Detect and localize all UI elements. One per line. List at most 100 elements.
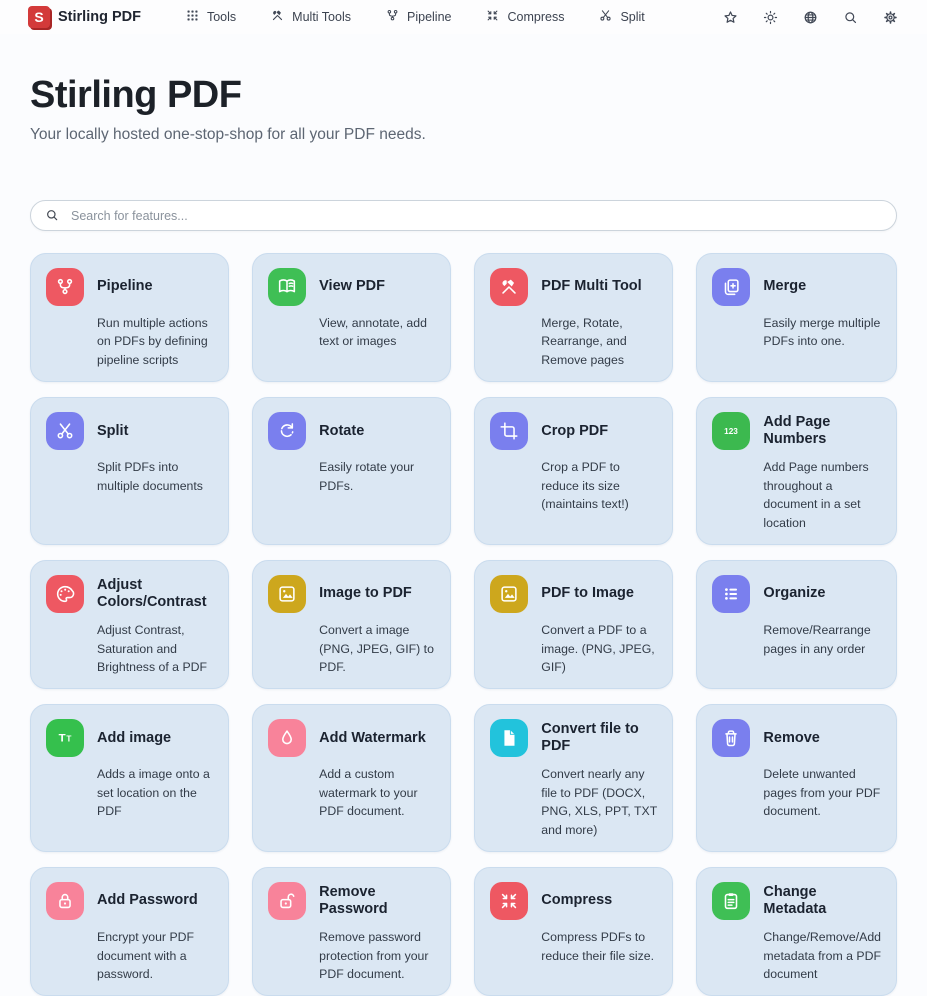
nav-label: Multi Tools	[292, 10, 351, 24]
card-description: Split PDFs into multiple documents	[97, 458, 213, 495]
stirling-logo-icon: S	[28, 6, 50, 28]
rotate-arrow-icon	[268, 412, 306, 450]
text-tt-icon: TT	[46, 719, 84, 757]
card-description: Convert nearly any file to PDF (DOCX, PN…	[541, 765, 657, 839]
card-add-page-numbers[interactable]: 123 Add Page Numbers Add Page numbers th…	[696, 397, 897, 545]
nav-item-pipeline[interactable]: Pipeline	[385, 8, 451, 26]
crop-icon	[490, 412, 528, 450]
nav-item-multi-tools[interactable]: Multi Tools	[270, 8, 351, 26]
card-description: Easily rotate your PDFs.	[319, 458, 435, 495]
brand[interactable]: S Stirling PDF	[28, 6, 141, 28]
nav-actions	[721, 8, 899, 26]
card-title: Image to PDF	[319, 585, 412, 602]
brand-name: Stirling PDF	[58, 9, 141, 25]
numbers-123-icon: 123	[712, 412, 750, 450]
card-title: Rotate	[319, 423, 364, 440]
card-title: Adjust Colors/Contrast	[97, 577, 213, 612]
pipeline-icon	[46, 268, 84, 306]
feature-grid: Pipeline Run multiple actions on PDFs by…	[30, 253, 897, 996]
compress-arrows-icon	[485, 8, 500, 26]
svg-text:T: T	[59, 733, 66, 745]
nav-menu: Tools Multi Tools Pipeline Compress Spli…	[185, 8, 645, 26]
search-input[interactable]	[30, 200, 897, 231]
favourite-star-icon[interactable]	[721, 8, 739, 26]
card-organize[interactable]: Organize Remove/Rearrange pages in any o…	[696, 560, 897, 689]
card-convert-file-to-pdf[interactable]: Convert file to PDF Convert nearly any f…	[474, 704, 673, 852]
language-globe-icon[interactable]	[801, 8, 819, 26]
card-title: Crop PDF	[541, 423, 608, 440]
card-title: Remove Password	[319, 884, 435, 919]
nav-item-tools[interactable]: Tools	[185, 8, 236, 26]
crossed-tools-icon	[270, 8, 285, 26]
card-title: View PDF	[319, 278, 385, 295]
card-title: Organize	[763, 585, 825, 602]
card-pdf-to-image[interactable]: PDF to Image Convert a PDF to a image. (…	[474, 560, 673, 689]
card-description: Convert a image (PNG, JPEG, GIF) to PDF.	[319, 621, 435, 676]
search-icon	[44, 207, 60, 228]
card-change-metadata[interactable]: Change Metadata Change/Remove/Add metada…	[696, 867, 897, 996]
pipeline-icon	[385, 8, 400, 26]
merge-pages-icon	[712, 268, 750, 306]
card-rotate[interactable]: Rotate Easily rotate your PDFs.	[252, 397, 451, 545]
nav-label: Pipeline	[407, 10, 451, 24]
card-title: Pipeline	[97, 278, 153, 295]
nav-label: Tools	[207, 10, 236, 24]
card-add-watermark[interactable]: Add Watermark Add a custom watermark to …	[252, 704, 451, 852]
card-add-image[interactable]: TT Add image Adds a image onto a set loc…	[30, 704, 229, 852]
image-icon	[268, 575, 306, 613]
card-description: Adjust Contrast, Saturation and Brightne…	[97, 621, 213, 676]
theme-sun-icon[interactable]	[761, 8, 779, 26]
nav-item-compress[interactable]: Compress	[485, 8, 564, 26]
card-title: Change Metadata	[763, 884, 881, 919]
card-description: Add a custom watermark to your PDF docum…	[319, 765, 435, 820]
card-description: View, annotate, add text or images	[319, 314, 435, 351]
card-image-to-pdf[interactable]: Image to PDF Convert a image (PNG, JPEG,…	[252, 560, 451, 689]
card-description: Remove password protection from your PDF…	[319, 928, 435, 983]
water-drop-icon	[268, 719, 306, 757]
palette-icon	[46, 575, 84, 613]
card-description: Adds a image onto a set location on the …	[97, 765, 213, 820]
scissors-icon	[46, 412, 84, 450]
compress-arrows-icon	[490, 882, 528, 920]
card-title: Add Password	[97, 892, 198, 909]
crossed-tools-icon	[490, 268, 528, 306]
card-remove[interactable]: Remove Delete unwanted pages from your P…	[696, 704, 897, 852]
card-title: PDF to Image	[541, 585, 634, 602]
card-title: Compress	[541, 892, 612, 909]
search-icon[interactable]	[841, 8, 859, 26]
nav-item-split[interactable]: Split	[598, 8, 644, 26]
card-description: Encrypt your PDF document with a passwor…	[97, 928, 213, 983]
card-pdf-multi-tool[interactable]: PDF Multi Tool Merge, Rotate, Rearrange,…	[474, 253, 673, 382]
card-adjust-colors-contrast[interactable]: Adjust Colors/Contrast Adjust Contrast, …	[30, 560, 229, 689]
card-view-pdf[interactable]: View PDF View, annotate, add text or ima…	[252, 253, 451, 382]
card-add-password[interactable]: Add Password Encrypt your PDF document w…	[30, 867, 229, 996]
nav-label: Split	[620, 10, 644, 24]
card-merge[interactable]: Merge Easily merge multiple PDFs into on…	[696, 253, 897, 382]
card-description: Merge, Rotate, Rearrange, and Remove pag…	[541, 314, 657, 369]
scissors-icon	[598, 8, 613, 26]
open-book-icon	[268, 268, 306, 306]
card-pipeline[interactable]: Pipeline Run multiple actions on PDFs by…	[30, 253, 229, 382]
card-title: Add image	[97, 730, 171, 747]
card-description: Compress PDFs to reduce their file size.	[541, 928, 657, 965]
file-icon	[490, 719, 528, 757]
card-title: Merge	[763, 278, 806, 295]
card-remove-password[interactable]: Remove Password Remove password protecti…	[252, 867, 451, 996]
feature-search	[30, 200, 897, 231]
lock-closed-icon	[46, 882, 84, 920]
card-description: Easily merge multiple PDFs into one.	[763, 314, 881, 351]
card-description: Crop a PDF to reduce its size (maintains…	[541, 458, 657, 513]
card-split[interactable]: Split Split PDFs into multiple documents	[30, 397, 229, 545]
grid-icon	[185, 8, 200, 26]
card-title: PDF Multi Tool	[541, 278, 641, 295]
card-title: Remove	[763, 730, 819, 747]
card-crop-pdf[interactable]: Crop PDF Crop a PDF to reduce its size (…	[474, 397, 673, 545]
card-title: Add Watermark	[319, 730, 426, 747]
card-description: Remove/Rearrange pages in any order	[763, 621, 881, 658]
image-icon	[490, 575, 528, 613]
card-compress[interactable]: Compress Compress PDFs to reduce their f…	[474, 867, 673, 996]
top-navbar: S Stirling PDF Tools Multi Tools Pipelin…	[0, 0, 927, 34]
nav-label: Compress	[507, 10, 564, 24]
settings-gear-icon[interactable]	[881, 8, 899, 26]
trash-icon	[712, 719, 750, 757]
